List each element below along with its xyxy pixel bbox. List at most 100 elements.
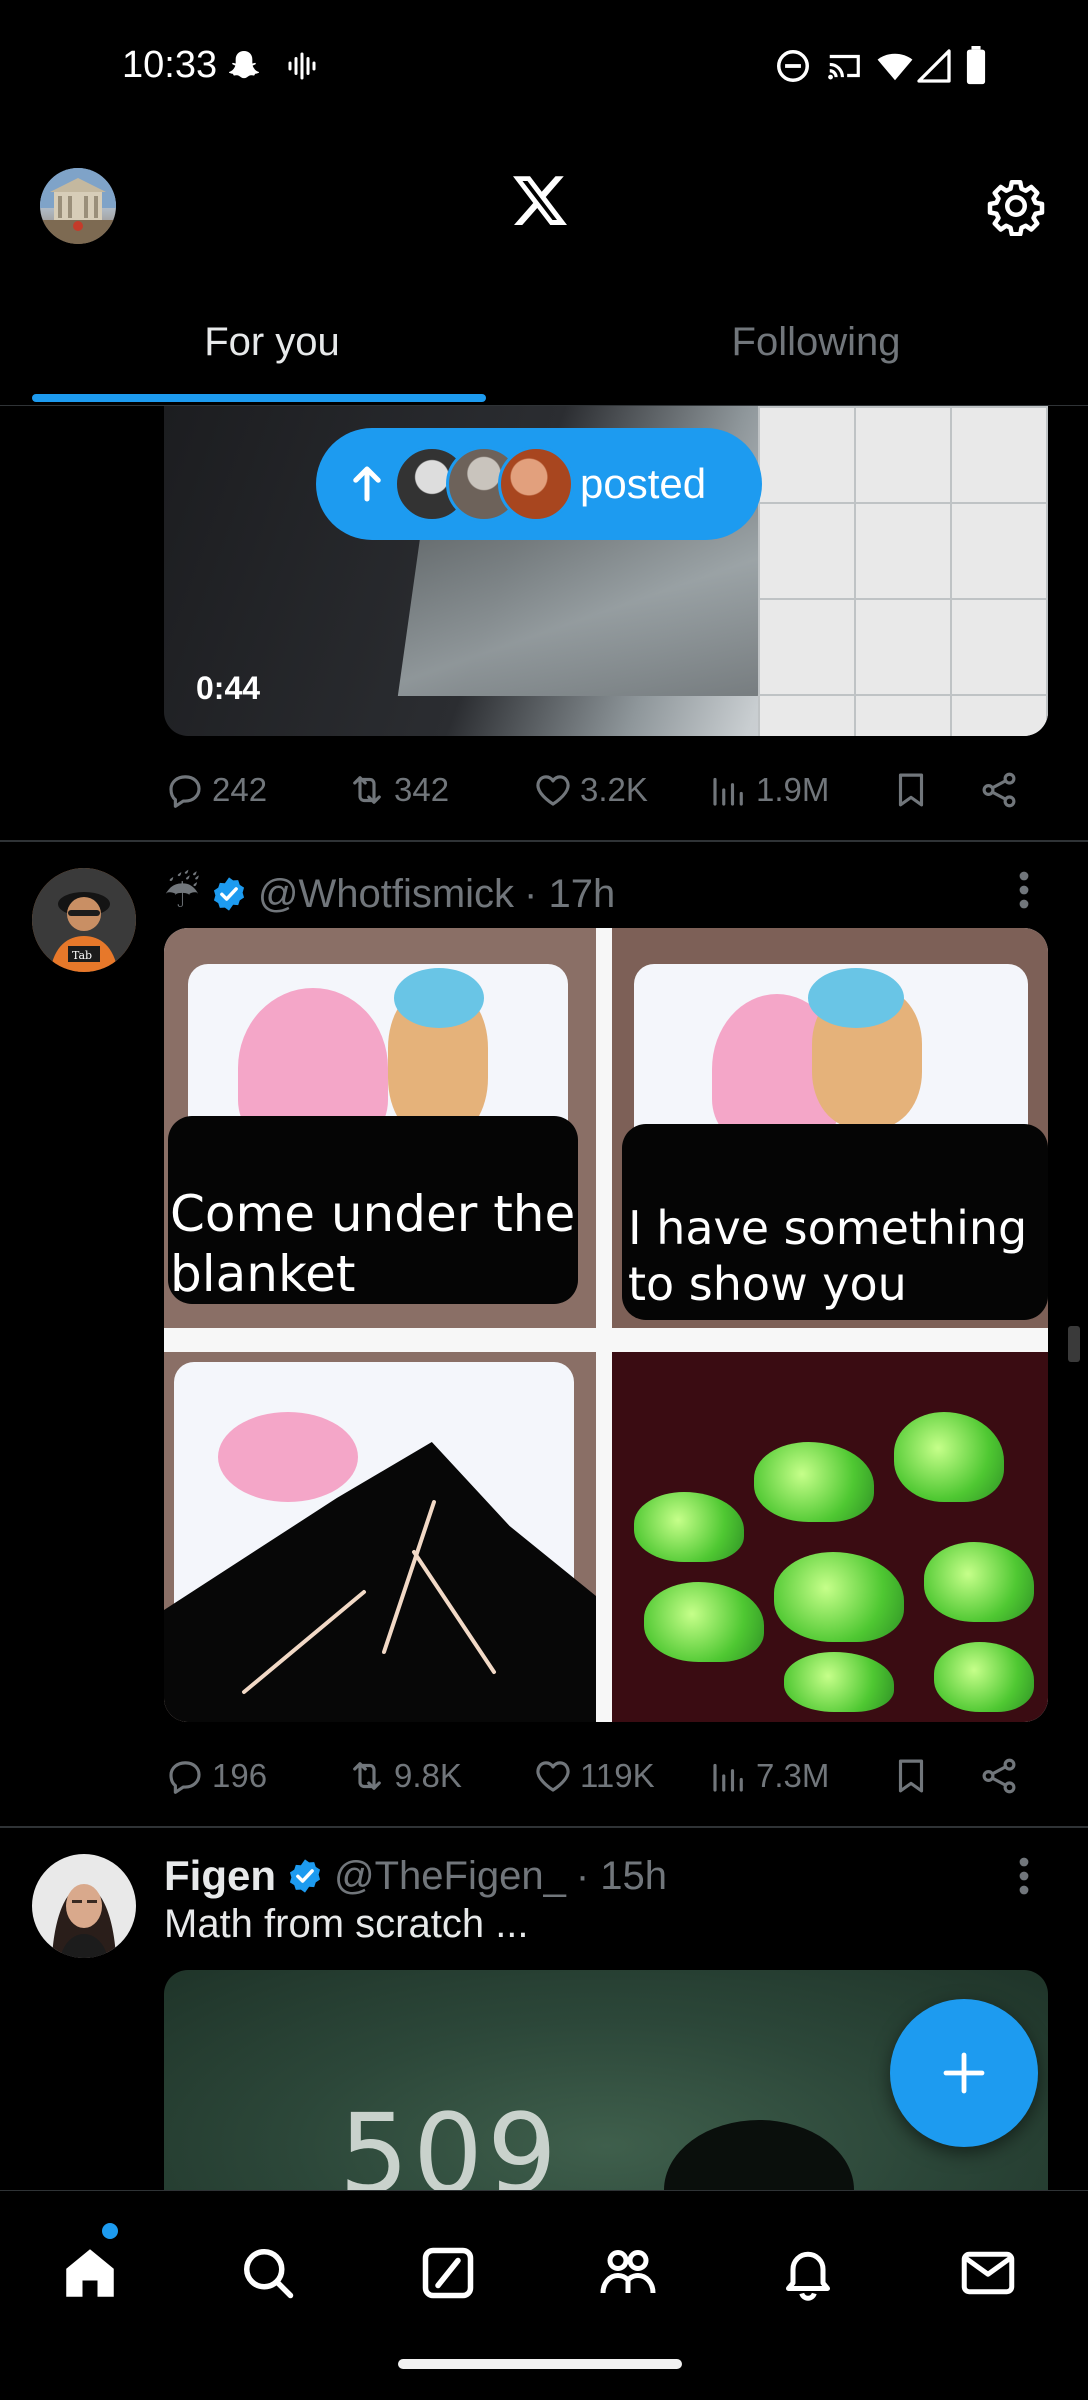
reply-button[interactable]: 242 (164, 769, 267, 811)
bookmark-icon (898, 1759, 924, 1793)
cast-icon (824, 46, 864, 86)
view-count: 7.3M (756, 1757, 830, 1794)
repost-icon (353, 776, 381, 804)
post-image[interactable]: Come under the blanket I have something … (164, 928, 1048, 1722)
heart-icon (536, 775, 570, 806)
nav-search[interactable] (228, 2233, 308, 2313)
views-button[interactable]: 7.3M (708, 1755, 829, 1797)
verified-badge-icon (289, 1859, 321, 1893)
timeline[interactable]: 0:44 posted 242 342 3.2K 1.9M Tab ☔ @Who… (0, 406, 1088, 2190)
like-button[interactable]: 3.2K (532, 769, 648, 811)
new-posts-pill[interactable]: posted (316, 428, 762, 540)
status-bar: 10:33 (0, 0, 1088, 130)
share-icon (982, 772, 1016, 808)
svg-text:Tab: Tab (72, 949, 92, 962)
meme-caption-2: I have something to show you (628, 1201, 1028, 1311)
verified-badge-icon (213, 877, 244, 911)
profile-avatar[interactable] (40, 168, 116, 244)
share-icon (982, 1758, 1016, 1794)
avatar[interactable] (32, 1854, 136, 1958)
people-icon (600, 2249, 656, 2294)
audio-wave-icon (284, 46, 320, 86)
tab-for-you[interactable]: For you (0, 280, 544, 406)
view-count: 1.9M (756, 771, 830, 808)
active-tab-indicator (32, 394, 486, 402)
reply-count: 242 (212, 771, 268, 808)
post-text: Math from scratch ... (164, 1902, 529, 1946)
home-indicator[interactable] (398, 2359, 682, 2369)
repost-button[interactable]: 9.8K (346, 1755, 462, 1797)
bookmark-button[interactable] (890, 769, 932, 811)
scrollbar-thumb[interactable] (1068, 1326, 1080, 1362)
nav-home[interactable] (50, 2233, 130, 2313)
reply-button[interactable]: 196 (164, 1755, 267, 1797)
more-options-icon[interactable] (1014, 870, 1034, 910)
post-divider (0, 1826, 1088, 1828)
post-time: · 15h (575, 1853, 668, 1898)
pill-avatars (394, 446, 574, 522)
like-count: 3.2K (580, 771, 648, 808)
post-time: · 17h (524, 871, 616, 916)
feed-tabs: For you Following (0, 280, 1088, 406)
battery-icon (964, 46, 988, 86)
views-icon (713, 777, 743, 806)
dnd-icon (774, 46, 812, 86)
post-handle[interactable]: @TheFigen_ (334, 1854, 566, 1899)
meme-caption-1: Come under the blanket (170, 1185, 576, 1303)
avatar[interactable]: Tab (32, 868, 136, 972)
home-icon (66, 2249, 114, 2297)
heart-icon (536, 1761, 570, 1792)
status-time: 10:33 (122, 44, 218, 86)
nav-messages[interactable] (948, 2233, 1028, 2313)
bell-icon (786, 2251, 830, 2301)
tab-following[interactable]: Following (544, 280, 1088, 406)
grok-icon (422, 2247, 474, 2299)
reply-icon (169, 775, 201, 808)
pill-label: posted (580, 460, 707, 507)
repost-button[interactable]: 342 (346, 769, 449, 811)
nav-grok[interactable] (408, 2233, 488, 2313)
gear-icon[interactable] (986, 176, 1046, 237)
signal-icon (916, 46, 952, 86)
meme-panel: Come under the blanket (164, 928, 602, 1328)
views-button[interactable]: 1.9M (708, 769, 829, 811)
repost-count: 342 (394, 771, 450, 808)
image-silhouette (664, 2120, 854, 2190)
post-header: Figen @TheFigen_ · 15h (164, 1848, 667, 1904)
meme-panel (604, 1352, 1048, 1722)
avatar (498, 446, 574, 522)
nav-notifications[interactable] (768, 2233, 848, 2313)
views-icon (713, 1763, 743, 1792)
app-header (0, 130, 1088, 280)
plus-icon (943, 2052, 985, 2094)
like-count: 119K (580, 1757, 655, 1794)
repost-icon (353, 1762, 381, 1790)
meme-panel: I have something to show you (612, 928, 1048, 1328)
bookmark-icon (898, 773, 924, 807)
nav-communities[interactable] (588, 2233, 668, 2313)
bookmark-button[interactable] (890, 1755, 932, 1797)
snapchat-icon (224, 46, 264, 86)
post-actions: 242 342 3.2K 1.9M (164, 760, 1044, 820)
video-frame-tiles (758, 406, 1048, 736)
reply-icon (169, 1761, 201, 1794)
reply-count: 196 (212, 1757, 268, 1794)
post-actions: 196 9.8K 119K 7.3M (164, 1746, 1044, 1806)
more-options-icon[interactable] (1014, 1856, 1034, 1896)
arrow-up-icon (353, 466, 381, 502)
compose-button[interactable] (890, 1999, 1038, 2147)
post-header: ☔ @Whotfismick · 17h (164, 866, 615, 922)
like-button[interactable]: 119K (532, 1755, 655, 1797)
search-icon (244, 2249, 294, 2299)
share-button[interactable] (978, 1755, 1020, 1797)
meme-panel (164, 1352, 596, 1722)
post-divider (0, 840, 1088, 842)
share-button[interactable] (978, 769, 1020, 811)
repost-count: 9.8K (394, 1757, 462, 1794)
chalkboard-text: 509 (339, 2090, 561, 2190)
post-handle[interactable]: @Whotfismick (258, 872, 514, 917)
wifi-icon (874, 46, 916, 86)
x-logo-icon[interactable] (510, 170, 570, 230)
display-name[interactable]: Figen (164, 1852, 276, 1900)
video-duration: 0:44 (196, 670, 261, 706)
